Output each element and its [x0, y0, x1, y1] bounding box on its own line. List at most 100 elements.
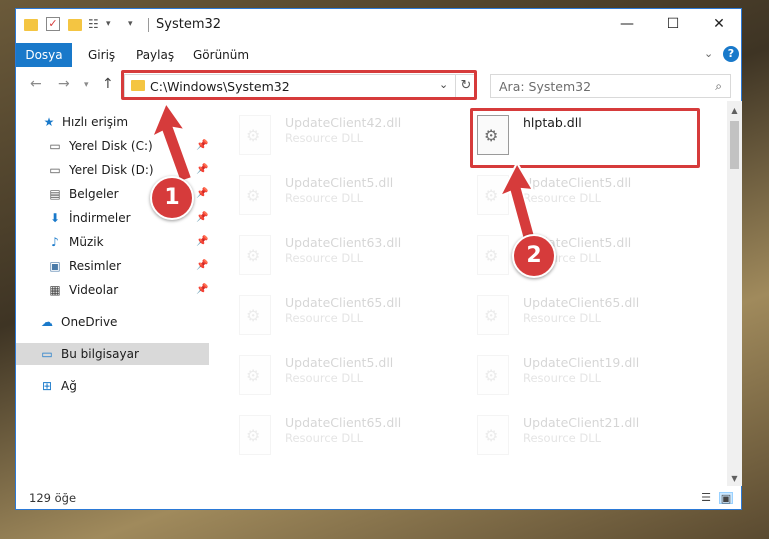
nav-label: Yerel Disk (C:) [69, 139, 153, 153]
scroll-up-icon[interactable]: ▲ [727, 103, 742, 118]
videos-icon: ▦ [49, 283, 61, 297]
pin-icon[interactable]: 📌 [196, 159, 208, 181]
dll-file-icon: ⚙ [239, 175, 271, 215]
ribbon-tabs: Dosya Giriş Paylaş Görünüm ⌄ ? [16, 43, 741, 67]
pin-icon[interactable]: 📌 [196, 183, 208, 205]
pictures-icon: ▣ [49, 259, 61, 273]
title-separator [148, 18, 149, 32]
dll-file-icon: ⚙ [239, 415, 271, 455]
nav-item-onedrive[interactable]: ☁ OneDrive [16, 311, 209, 333]
nav-label: Belgeler [69, 187, 119, 201]
pin-icon[interactable]: 📌 [196, 279, 208, 301]
new-folder-icon[interactable] [68, 19, 82, 31]
nav-item-music[interactable]: ♪ Müzik 📌 [16, 231, 209, 253]
dll-file-icon: ⚙ [239, 355, 271, 395]
list-item[interactable]: ⚙ UpdateClient65.dll Resource DLL [459, 291, 689, 343]
navigation-pane: ★ Hızlı erişim ▭ Yerel Disk (C:) 📌 ▭ Yer… [16, 107, 212, 482]
pin-icon[interactable]: 📌 [196, 207, 208, 229]
forward-arrow-icon[interactable]: → [58, 76, 70, 92]
gear-icon: ⚙ [246, 426, 261, 445]
list-item[interactable]: ⚙ UpdateClient5.dll Resource DLL [459, 171, 689, 223]
file-name: UpdateClient5.dll [285, 175, 394, 190]
file-name: UpdateClient21.dll [523, 415, 640, 430]
nav-label: OneDrive [61, 315, 118, 329]
search-box[interactable]: Ara: System32 ⌕ [490, 74, 731, 98]
step-badge-1: 1 [150, 176, 194, 220]
gear-icon: ⚙ [246, 126, 261, 145]
downloads-icon: ⬇ [49, 211, 61, 225]
minimize-button[interactable]: — [604, 9, 650, 39]
file-name: UpdateClient42.dll [285, 115, 402, 130]
drive-icon: ▭ [49, 163, 61, 177]
step-badge-2: 2 [512, 234, 556, 278]
file-type: Resource DLL [285, 311, 364, 325]
vertical-scrollbar[interactable]: ▲ ▼ [727, 101, 742, 486]
list-item[interactable]: ⚙ UpdateClient5.dll Resource DLL [221, 171, 451, 223]
properties-icon[interactable]: ✓ [46, 17, 60, 31]
details-view-icon[interactable]: ☰ [699, 492, 713, 504]
scroll-down-icon[interactable]: ▼ [727, 471, 742, 486]
tab-file[interactable]: Dosya [16, 43, 72, 67]
list-item[interactable]: ⚙ UpdateClient19.dll Resource DLL [459, 351, 689, 403]
folder-icon [24, 19, 38, 31]
nav-item-videos[interactable]: ▦ Videolar 📌 [16, 279, 209, 301]
view-options-icon[interactable]: ☷ [88, 17, 102, 31]
nav-label: Videolar [69, 283, 119, 297]
nav-label: Hızlı erişim [62, 115, 129, 129]
drive-icon: ▭ [49, 139, 61, 153]
address-highlight [121, 70, 477, 100]
close-button[interactable]: ✕ [696, 9, 742, 39]
recent-locations-icon[interactable]: ▾ [84, 80, 89, 90]
cloud-icon: ☁ [41, 315, 53, 329]
large-icons-view-icon[interactable]: ▣ [719, 492, 733, 505]
nav-item-network[interactable]: ⊞ Ağ [16, 375, 209, 397]
dll-file-icon: ⚙ [477, 295, 509, 335]
nav-label: Resimler [69, 259, 122, 273]
tab-home[interactable]: Giriş [88, 43, 115, 67]
list-item[interactable]: ⚙ UpdateClient42.dll Resource DLL [221, 111, 451, 163]
tab-share[interactable]: Paylaş [136, 43, 174, 67]
dll-file-icon: ⚙ [477, 355, 509, 395]
list-item[interactable]: ⚙ UpdateClient63.dll Resource DLL [221, 231, 451, 283]
list-item[interactable]: ⚙ UpdateClient5.dll Resource DLL [459, 231, 689, 283]
list-item[interactable]: ⚙ UpdateClient5.dll Resource DLL [221, 351, 451, 403]
gear-icon: ⚙ [484, 366, 499, 385]
nav-item-drive-c[interactable]: ▭ Yerel Disk (C:) 📌 [16, 135, 209, 157]
music-icon: ♪ [51, 235, 59, 249]
pin-icon[interactable]: 📌 [196, 135, 208, 157]
file-type: Resource DLL [523, 371, 602, 385]
up-arrow-icon[interactable]: ↑ [102, 76, 114, 92]
item-count: 129 öğe [29, 491, 77, 505]
nav-label: Yerel Disk (D:) [69, 163, 154, 177]
customize-toolbar-icon[interactable]: ▾ [128, 17, 142, 31]
back-arrow-icon[interactable]: ← [30, 76, 42, 92]
nav-item-pictures[interactable]: ▣ Resimler 📌 [16, 255, 209, 277]
title-bar: ✓ ☷ ▾ ▾ System32 — ☐ ✕ [16, 9, 741, 39]
gear-icon: ⚙ [246, 246, 261, 265]
tab-view[interactable]: Görünüm [193, 43, 249, 67]
network-icon: ⊞ [41, 379, 53, 393]
dll-file-icon: ⚙ [477, 415, 509, 455]
scroll-thumb[interactable] [730, 121, 739, 169]
chevron-down-icon[interactable]: ▾ [106, 17, 120, 31]
window-title: System32 [156, 17, 222, 32]
list-item[interactable]: ⚙ UpdateClient21.dll Resource DLL [459, 411, 689, 463]
pin-icon[interactable]: 📌 [196, 255, 208, 277]
status-bar: 129 öğe ☰ ▣ [16, 487, 741, 509]
gear-icon: ⚙ [484, 246, 499, 265]
file-name: UpdateClient19.dll [523, 355, 640, 370]
maximize-button[interactable]: ☐ [650, 9, 696, 39]
nav-quick-access[interactable]: ★ Hızlı erişim [16, 111, 209, 133]
gear-icon: ⚙ [484, 306, 499, 325]
pin-icon[interactable]: 📌 [196, 231, 208, 253]
expand-ribbon-icon[interactable]: ⌄ [704, 47, 713, 60]
list-item[interactable]: ⚙ UpdateClient65.dll Resource DLL [221, 411, 451, 463]
search-icon[interactable]: ⌕ [715, 79, 722, 94]
file-name: UpdateClient65.dll [285, 415, 402, 430]
help-icon[interactable]: ? [723, 46, 739, 62]
nav-item-this-pc[interactable]: ▭ Bu bilgisayar [16, 343, 209, 365]
list-item[interactable]: ⚙ UpdateClient65.dll Resource DLL [221, 291, 451, 343]
dll-file-icon: ⚙ [477, 235, 509, 275]
file-name: UpdateClient65.dll [523, 295, 640, 310]
star-icon: ★ [43, 115, 55, 129]
